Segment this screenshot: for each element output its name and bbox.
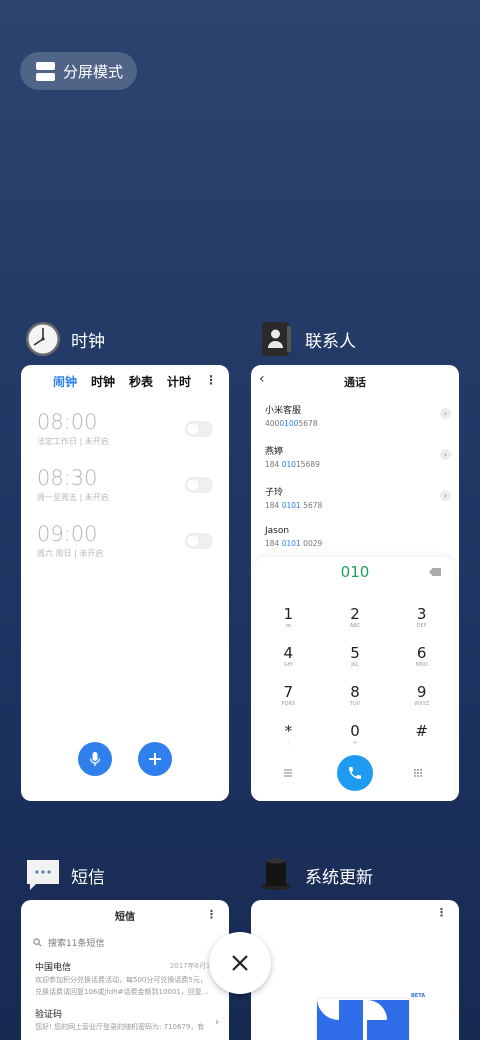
tab-timer[interactable]: 计时 [167,373,191,390]
alarm-desc: 周六 周日 | 未开启 [37,549,104,558]
contact-name: 燕婷 [265,447,284,457]
clock-app-card[interactable]: 闹钟 时钟 秒表 计时 ⋮ 08:00 法定工作日 | 未开启 08:30 周一… [21,365,229,801]
search-icon [33,937,42,946]
key-6[interactable]: 6 MNO [388,644,455,676]
key-star[interactable]: *, [255,722,322,754]
beta-badge: BETA [411,993,426,999]
key-3[interactable]: 3 DEF [388,605,455,637]
key-5[interactable]: 5 JKL [322,644,389,676]
alarm-toggle[interactable] [185,477,213,493]
more-icon[interactable]: ⋮ [436,906,447,919]
alarm-desc: 法定工作日 | 未开启 [37,437,109,446]
contact-item[interactable]: Jason 184 0101 0029 [251,518,459,559]
alarm-item[interactable]: 09:00 周六 周日 | 未开启 [21,522,229,578]
update-app-card[interactable]: ⋮ BETA [251,900,459,1040]
alarm-toggle[interactable] [185,421,213,437]
split-mode-label: 分屏模式 [63,62,124,81]
contact-number: 184 0101 5678 [265,501,323,510]
dial-input[interactable]: 010 [255,563,455,581]
key-9[interactable]: 9 WXYZ [388,683,455,715]
search-input[interactable]: 搜索11条短信 [33,930,217,954]
update-app-name: 系统更新 [305,867,373,888]
menu-icon[interactable] [283,768,293,778]
sms-app-header: 短信 [25,857,105,893]
contacts-app-name: 联系人 [305,331,356,352]
sms-app-name: 短信 [71,867,105,888]
microphone-icon [89,752,101,766]
contact-number: 184 0101 0029 [265,539,323,548]
contact-name: 子玲 [265,488,284,498]
message-preview: 兑换话费请回复106或jfdh#话费金额到10001，回复... [35,988,209,996]
key-0[interactable]: 0 + [322,722,389,754]
update-illustration [316,997,410,1040]
contact-item[interactable]: 小米客服 40001005678 › [251,395,459,436]
key-8[interactable]: 8 TUV [322,683,389,715]
message-preview: 欢迎参加积分兑换话费活动，每500分可兑换话费5元， [35,976,207,984]
clock-tab-bar: 闹钟 时钟 秒表 计时 ⋮ [21,365,229,390]
message-app-icon [27,860,59,890]
key-1[interactable]: 1ꝏ [255,605,322,637]
chevron-right-icon[interactable]: › [440,408,451,419]
alarm-item[interactable]: 08:30 周一至周五 | 未开启 [21,466,229,522]
message-item[interactable]: 中国电信 2017年6月30 欢迎参加积分兑换话费活动，每500分可兑换话费5元… [21,954,229,997]
tab-clock[interactable]: 时钟 [91,373,115,390]
contact-number: 40001005678 [265,419,318,428]
more-icon[interactable]: ⋮ [205,373,217,390]
contact-name: Jason [265,526,290,536]
page-title: 通话 [344,376,366,389]
phone-icon [349,767,361,779]
more-icon[interactable]: ⋮ [206,908,217,921]
call-row [255,755,455,793]
split-screen-icon [36,61,55,81]
system-update-icon [261,858,291,890]
message-sender: 验证码 [35,1010,63,1020]
page-title: 短信 [115,912,135,923]
clock-app-header: 时钟 [25,321,105,357]
alarm-desc: 周一至周五 | 未开启 [37,493,109,502]
contacts-app-card[interactable]: ‹ 通话 小米客服 40001005678 › 燕婷 184 01015689 … [251,365,459,801]
contacts-app-header: 联系人 [259,321,356,357]
contact-number: 184 01015689 [265,460,320,469]
clock-app-name: 时钟 [71,331,105,352]
contact-item[interactable]: 燕婷 184 01015689 › [251,436,459,477]
alarm-toggle[interactable] [185,533,213,549]
key-2[interactable]: 2 ABC [322,605,389,637]
alarm-item[interactable]: 08:00 法定工作日 | 未开启 [21,410,229,466]
chevron-right-icon[interactable]: › [440,490,451,501]
keypad: 1ꝏ 2 ABC 3 DEF 4 GHI 5 JKL 6 MNO 7 PQRS 8 TUV 9… [255,605,455,754]
clear-all-button[interactable] [209,932,271,994]
message-preview: 您好! 您的网上营业厅登录的随机密码为: 710679，有 [35,1023,205,1031]
voice-alarm-button[interactable] [78,742,112,776]
sms-app-card[interactable]: 短信 ⋮ 搜索11条短信 中国电信 2017年6月30 欢迎参加积分兑换话费活动… [21,900,229,1040]
search-placeholder: 搜索11条短信 [48,938,105,949]
plus-icon [149,753,161,765]
dialpad-icon[interactable] [413,768,423,778]
clock-app-icon [26,322,60,356]
back-icon[interactable]: ‹ [259,371,265,387]
tab-stopwatch[interactable]: 秒表 [129,373,153,390]
chevron-right-icon[interactable]: › [440,449,451,460]
split-mode-button[interactable]: 分屏模式 [20,52,137,90]
contacts-app-icon [262,322,291,356]
message-item[interactable]: 验证码 您好! 您的网上营业厅登录的随机密码为: 710679，有 › [21,997,229,1032]
key-7[interactable]: 7 PQRS [255,683,322,715]
key-hash[interactable]: # [388,722,455,754]
dialer-panel: 010 1ꝏ 2 ABC 3 DEF 4 GHI 5 JKL 6 MNO 7 PQRS 8T… [255,557,455,801]
update-app-header: 系统更新 [259,857,373,893]
contact-name: 小米客服 [265,406,302,416]
call-button[interactable] [337,755,373,791]
close-icon [232,955,248,971]
tab-alarm[interactable]: 闹钟 [53,373,77,390]
contact-item[interactable]: 子玲 184 0101 5678 › [251,477,459,518]
key-4[interactable]: 4 GHI [255,644,322,676]
add-alarm-button[interactable] [138,742,172,776]
chevron-right-icon[interactable]: › [215,1017,219,1028]
